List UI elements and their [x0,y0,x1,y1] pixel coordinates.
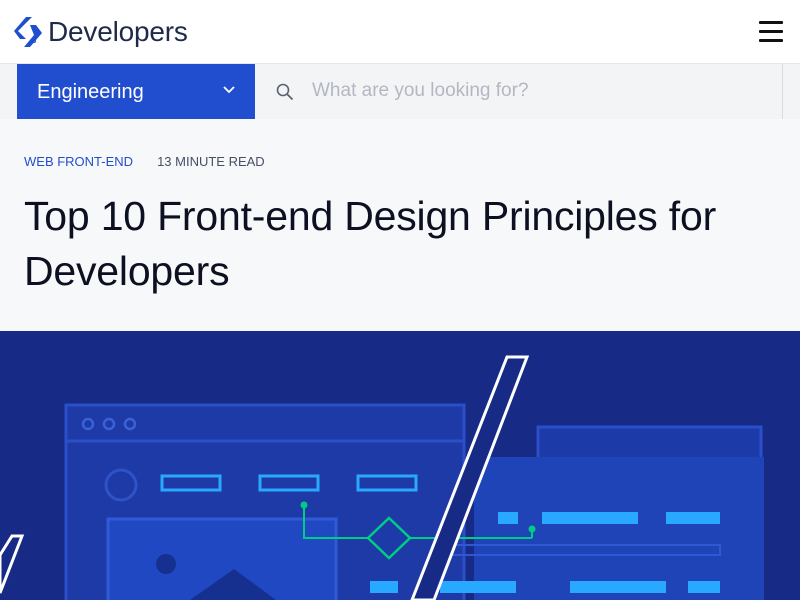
hero-illustration [0,331,800,600]
brand-name: Developers [48,16,188,47]
filter-bar: Engineering [0,64,800,119]
browser-window-left [64,403,466,600]
article-category-link[interactable]: WEB FRONT-END [24,154,133,169]
chevron-down-icon [223,86,235,94]
category-dropdown[interactable]: Engineering [17,64,255,119]
toptal-logo-icon [14,17,42,47]
search-icon [276,83,294,101]
category-dropdown-label: Engineering [37,81,144,103]
article-read-time: 13 MINUTE READ [157,154,265,169]
search-box [256,64,783,119]
hero-artwork [0,355,764,600]
article-title: Top 10 Front-end Design Principles for D… [24,193,717,294]
menu-line [759,30,783,33]
top-navigation-bar: Developers [0,0,800,64]
search-input[interactable] [312,76,752,106]
article-meta: WEB FRONT-END 13 MINUTE READ [24,154,265,169]
article-header: WEB FRONT-END 13 MINUTE READ Top 10 Fron… [0,119,800,331]
brand-link[interactable]: Developers [14,14,188,50]
menu-line [759,21,783,24]
menu-line [759,39,783,42]
hamburger-menu-button[interactable] [758,20,786,44]
